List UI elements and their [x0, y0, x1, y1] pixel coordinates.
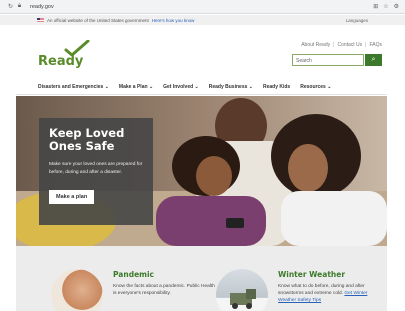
nav-disasters[interactable]: Disasters and Emergencies ⌄ — [38, 84, 109, 90]
menu-icon[interactable]: ⚙ — [394, 3, 399, 10]
chevron-down-icon: ⌄ — [148, 84, 154, 90]
winter-weather-body: Know what to do before, during and after… — [278, 284, 368, 303]
logo-text: Ready — [38, 54, 84, 69]
pandemic-body: Know the facts about a pandemic. Public … — [113, 284, 215, 296]
main-nav: Disasters and Emergencies ⌄ Make a Plan … — [38, 84, 341, 90]
nav-divider — [16, 94, 387, 95]
gov-banner-text: An official website of the United States… — [47, 17, 149, 23]
make-a-plan-button[interactable]: Make a plan — [49, 190, 95, 204]
nav-ready-kids[interactable]: Ready Kids — [263, 84, 290, 90]
hero-card: Keep Loved Ones Safe Make sure your love… — [39, 118, 153, 225]
nav-get-involved[interactable]: Get Involved ⌄ — [163, 84, 199, 90]
lock-icon[interactable]: 🔒︎ — [15, 3, 24, 10]
languages-menu[interactable]: Languages — [346, 18, 368, 23]
chevron-down-icon: ⌄ — [194, 84, 199, 90]
search-button[interactable]: ⌕ — [365, 54, 382, 66]
pandemic-title[interactable]: Pandemic — [113, 270, 154, 279]
faqs-link[interactable]: FAQs — [369, 42, 382, 48]
search-input[interactable]: Search — [292, 54, 364, 66]
us-flag-icon — [37, 17, 44, 23]
reload-icon[interactable]: ↻ — [6, 3, 15, 10]
nav-ready-business[interactable]: Ready Business ⌄ — [209, 84, 253, 90]
utility-links: About Ready | Contact Us | FAQs — [301, 42, 382, 48]
star-icon[interactable]: ☆ — [383, 3, 388, 10]
chevron-down-icon: ⌄ — [104, 84, 109, 90]
hero-body: Make sure your loved ones are prepared f… — [49, 162, 143, 175]
contact-link[interactable]: Contact Us — [337, 42, 362, 48]
nav-resources[interactable]: Resources ⌄ — [300, 84, 331, 90]
search-icon: ⌕ — [371, 56, 376, 63]
gov-banner: An official website of the United States… — [0, 15, 405, 25]
nav-make-a-plan[interactable]: Make a Plan ⌄ — [119, 84, 153, 90]
address-bar[interactable]: ready.gov — [30, 4, 54, 10]
extensions-icon[interactable]: ⊞ — [373, 3, 378, 10]
chevron-down-icon: ⌄ — [248, 84, 253, 90]
about-link[interactable]: About Ready — [301, 42, 330, 48]
winter-weather-title[interactable]: Winter Weather — [278, 270, 345, 279]
hero-title: Keep Loved Ones Safe — [49, 126, 125, 153]
browser-toolbar: ↻ 🔒︎ ready.gov ⊞ ☆ ⚙ — [0, 0, 405, 14]
chevron-down-icon: ⌄ — [327, 84, 332, 90]
ready-logo[interactable]: Ready — [38, 40, 98, 70]
how-you-know-link[interactable]: Here's how you know — [152, 18, 195, 23]
